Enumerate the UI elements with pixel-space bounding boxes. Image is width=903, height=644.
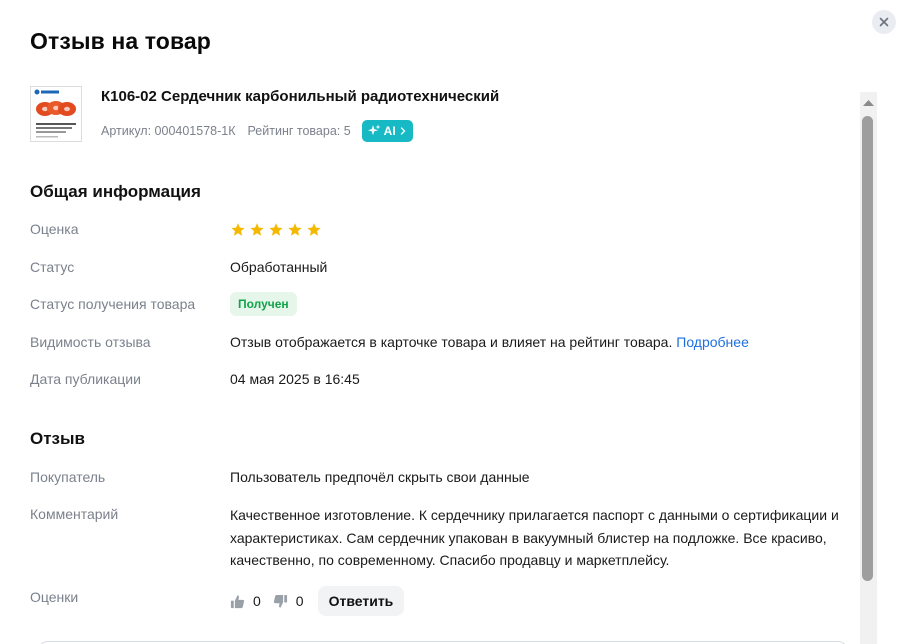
star-icon (231, 223, 245, 236)
buyer-value: Пользователь предпочёл скрыть свои данны… (230, 469, 530, 485)
scrollbar-thumb[interactable] (862, 116, 873, 581)
reply-button[interactable]: Ответить (317, 586, 405, 616)
general-info-title: Общая информация (30, 182, 201, 201)
receive-status-label: Статус получения товара (30, 296, 196, 312)
product-image (31, 87, 81, 141)
product-sku: Артикул: 000401578-1К (101, 124, 236, 138)
ai-label: AI (383, 124, 396, 138)
status-value: Обработанный (230, 259, 328, 275)
scroll-up-button[interactable] (860, 96, 877, 108)
thumbs-up-icon (230, 594, 245, 608)
product-name[interactable]: К106-02 Сердечник карбонильный радиотехн… (101, 88, 499, 105)
rating-stars (230, 222, 322, 238)
sparkle-icon (367, 124, 381, 136)
thumbs-down-icon (273, 594, 287, 608)
comment-text: Качественное изготовление. К сердечнику … (230, 507, 839, 568)
comment-label: Комментарий (30, 506, 119, 522)
like-count: 0 (253, 593, 261, 609)
buyer-label: Покупатель (30, 469, 106, 485)
rating-label: Оценка (30, 221, 79, 237)
product-rating: Рейтинг товара: 5 (247, 124, 351, 138)
chevron-right-icon (400, 127, 406, 135)
like-button[interactable]: 0 (230, 593, 261, 609)
product-meta: Артикул: 000401578-1К Рейтинг товара: 5 … (101, 120, 413, 142)
publish-date-label: Дата публикации (30, 371, 141, 387)
visibility-text: Отзыв отображается в карточке товара и в… (230, 334, 673, 350)
close-icon (879, 17, 889, 27)
star-icon (250, 223, 264, 236)
receive-status-badge: Получен (230, 292, 297, 316)
product-thumbnail[interactable] (30, 86, 82, 142)
learn-more-link[interactable]: Подробнее (676, 334, 749, 350)
star-icon (269, 223, 283, 236)
ai-summary-button[interactable]: AI (361, 120, 413, 142)
dislike-count: 0 (295, 593, 304, 609)
close-button[interactable] (872, 10, 896, 34)
status-label: Статус (30, 259, 75, 275)
votes-label: Оценки (30, 589, 79, 605)
visibility-label: Видимость отзыва (30, 334, 151, 350)
dislike-button[interactable]: 0 (273, 593, 304, 609)
review-title: Отзыв (30, 429, 85, 448)
modal-title: Отзыв на товар (30, 28, 211, 54)
star-icon (288, 223, 302, 236)
visibility-value: Отзыв отображается в карточке товара и в… (230, 334, 749, 350)
scroll-up-arrow-icon (863, 100, 874, 106)
publish-date-value: 04 мая 2025 в 16:45 (230, 371, 360, 387)
votes-bar: 0 0 Ответить (230, 586, 405, 616)
star-icon (307, 223, 321, 236)
product-header: К106-02 Сердечник карбонильный радиотехн… (30, 84, 850, 146)
